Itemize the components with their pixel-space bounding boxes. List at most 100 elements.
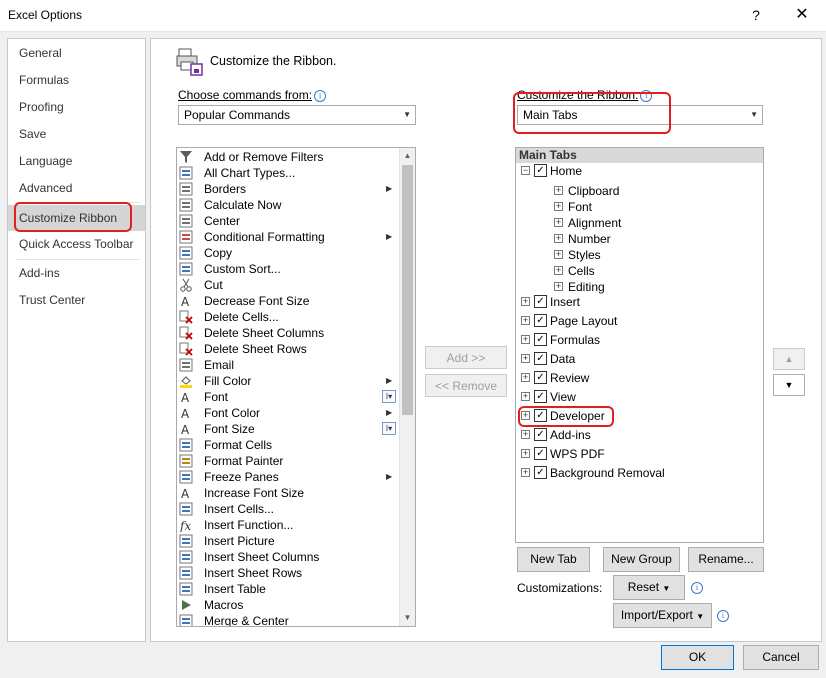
command-item[interactable]: Fill Color ▶ bbox=[177, 373, 399, 389]
ribbon-tree[interactable]: Main Tabs − ✓ Home + Clipboard + Font + Alignmen… bbox=[515, 147, 764, 543]
command-item[interactable]: Delete Sheet Columns bbox=[177, 325, 399, 341]
rename-button[interactable]: Rename... bbox=[688, 547, 764, 572]
tab-checkbox[interactable]: ✓ bbox=[534, 428, 547, 441]
info-icon[interactable]: i bbox=[691, 582, 703, 594]
nav-language[interactable]: Language bbox=[8, 149, 145, 173]
tree-item-tab[interactable]: + ✓ Page Layout bbox=[516, 312, 763, 330]
tree-item-tab[interactable]: + ✓ Insert bbox=[516, 293, 763, 311]
nav-quick-access-toolbar[interactable]: Quick Access Toolbar bbox=[8, 232, 145, 256]
help-button[interactable]: ? bbox=[742, 2, 770, 28]
command-item[interactable]: Delete Cells... bbox=[177, 309, 399, 325]
ok-button[interactable]: OK bbox=[661, 645, 734, 670]
cancel-button[interactable]: Cancel bbox=[743, 645, 819, 670]
command-item[interactable]: fx Insert Function... bbox=[177, 517, 399, 533]
command-item[interactable]: Delete Sheet Rows bbox=[177, 341, 399, 357]
tree-item-tab[interactable]: + ✓ WPS PDF bbox=[516, 445, 763, 463]
command-item[interactable]: A Font Color ▶ bbox=[177, 405, 399, 421]
command-item[interactable]: Merge & Center bbox=[177, 613, 399, 626]
tree-item-tab[interactable]: + ✓ View bbox=[516, 388, 763, 406]
command-item[interactable]: Cut bbox=[177, 277, 399, 293]
nav-customize-ribbon[interactable]: Customize Ribbon bbox=[8, 205, 145, 231]
nav-general[interactable]: General bbox=[8, 41, 145, 65]
command-item[interactable]: A Decrease Font Size bbox=[177, 293, 399, 309]
command-item[interactable]: A Font Size I▾ bbox=[177, 421, 399, 437]
command-item[interactable]: Custom Sort... bbox=[177, 261, 399, 277]
expand-icon[interactable]: + bbox=[521, 411, 530, 420]
command-item[interactable]: Freeze Panes ▶ bbox=[177, 469, 399, 485]
command-item[interactable]: A Font I▾ bbox=[177, 389, 399, 405]
nav-advanced[interactable]: Advanced bbox=[8, 176, 145, 200]
command-item[interactable]: A Increase Font Size bbox=[177, 485, 399, 501]
tab-checkbox[interactable]: ✓ bbox=[534, 333, 547, 346]
tab-checkbox[interactable]: ✓ bbox=[534, 447, 547, 460]
tab-checkbox[interactable]: ✓ bbox=[534, 371, 547, 384]
command-item[interactable]: Add or Remove Filters bbox=[177, 149, 399, 165]
nav-trust-center[interactable]: Trust Center bbox=[8, 288, 145, 312]
expand-icon[interactable]: + bbox=[521, 316, 530, 325]
tab-checkbox[interactable]: ✓ bbox=[534, 352, 547, 365]
commands-scrollbar[interactable]: ▲ ▼ bbox=[399, 148, 415, 626]
nav-proofing[interactable]: Proofing bbox=[8, 95, 145, 119]
commands-list[interactable]: Add or Remove Filters All Chart Types... B… bbox=[176, 147, 416, 627]
scroll-down-icon[interactable]: ▼ bbox=[400, 610, 415, 625]
command-item[interactable]: Insert Cells... bbox=[177, 501, 399, 517]
command-item[interactable]: Format Painter bbox=[177, 453, 399, 469]
new-tab-button[interactable]: New Tab bbox=[517, 547, 590, 572]
expand-icon[interactable]: + bbox=[554, 202, 563, 211]
expand-icon[interactable]: + bbox=[554, 186, 563, 195]
tree-item-tab[interactable]: + ✓ Add-ins bbox=[516, 426, 763, 444]
command-item[interactable]: Insert Sheet Rows bbox=[177, 565, 399, 581]
customize-ribbon-combo[interactable]: Main Tabs ▼ bbox=[517, 105, 763, 125]
tree-item-tab[interactable]: + ✓ Data bbox=[516, 350, 763, 368]
tab-checkbox[interactable]: ✓ bbox=[534, 295, 547, 308]
nav-save[interactable]: Save bbox=[8, 122, 145, 146]
import-export-button[interactable]: Import/Export ▼ bbox=[613, 603, 712, 628]
move-down-button[interactable]: ▼ bbox=[773, 374, 805, 396]
command-item[interactable]: Borders ▶ bbox=[177, 181, 399, 197]
tree-item-tab[interactable]: + ✓ Formulas bbox=[516, 331, 763, 349]
command-item[interactable]: Macros bbox=[177, 597, 399, 613]
command-item[interactable]: Center bbox=[177, 213, 399, 229]
expand-icon[interactable]: + bbox=[521, 449, 530, 458]
nav-add-ins[interactable]: Add-ins bbox=[8, 261, 145, 285]
expand-icon[interactable]: + bbox=[521, 468, 530, 477]
tab-checkbox[interactable]: ✓ bbox=[534, 390, 547, 403]
reset-button[interactable]: Reset ▼ bbox=[613, 575, 685, 600]
expand-icon[interactable]: + bbox=[554, 234, 563, 243]
expand-icon[interactable]: + bbox=[554, 250, 563, 259]
command-item[interactable]: Insert Picture bbox=[177, 533, 399, 549]
command-item[interactable]: Format Cells bbox=[177, 437, 399, 453]
tree-item-tab[interactable]: + ✓ Developer bbox=[516, 407, 763, 425]
command-item[interactable]: Email bbox=[177, 357, 399, 373]
expand-icon[interactable]: + bbox=[554, 218, 563, 227]
move-up-button[interactable]: ▲ bbox=[773, 348, 805, 370]
command-item[interactable]: Insert Table bbox=[177, 581, 399, 597]
command-item[interactable]: Copy bbox=[177, 245, 399, 261]
nav-formulas[interactable]: Formulas bbox=[8, 68, 145, 92]
info-icon[interactable]: i bbox=[314, 90, 327, 102]
info-icon[interactable]: i bbox=[640, 90, 653, 102]
expand-icon[interactable]: + bbox=[521, 373, 530, 382]
info-icon[interactable]: i bbox=[717, 610, 729, 622]
expand-icon[interactable]: + bbox=[521, 430, 530, 439]
command-item[interactable]: Conditional Formatting ▶ bbox=[177, 229, 399, 245]
collapse-icon[interactable]: − bbox=[521, 166, 530, 175]
add-button[interactable]: Add >> bbox=[425, 346, 507, 369]
expand-icon[interactable]: + bbox=[554, 282, 563, 291]
tab-checkbox[interactable]: ✓ bbox=[534, 409, 547, 422]
scroll-up-icon[interactable]: ▲ bbox=[400, 148, 415, 163]
tab-checkbox[interactable]: ✓ bbox=[534, 466, 547, 479]
expand-icon[interactable]: + bbox=[521, 392, 530, 401]
tree-item-home[interactable]: − ✓ Home bbox=[516, 162, 763, 180]
expand-icon[interactable]: + bbox=[521, 335, 530, 344]
remove-button[interactable]: << Remove bbox=[425, 374, 507, 397]
expand-icon[interactable]: + bbox=[521, 354, 530, 363]
new-group-button[interactable]: New Group bbox=[603, 547, 680, 572]
expand-icon[interactable]: + bbox=[521, 297, 530, 306]
choose-commands-combo[interactable]: Popular Commands ▼ bbox=[178, 105, 416, 125]
tree-item-tab[interactable]: + ✓ Background Removal bbox=[516, 464, 763, 482]
expand-icon[interactable]: + bbox=[554, 266, 563, 275]
scroll-thumb[interactable] bbox=[402, 165, 413, 415]
close-button[interactable]: ✕ bbox=[788, 2, 816, 28]
tree-item-tab[interactable]: + ✓ Review bbox=[516, 369, 763, 387]
